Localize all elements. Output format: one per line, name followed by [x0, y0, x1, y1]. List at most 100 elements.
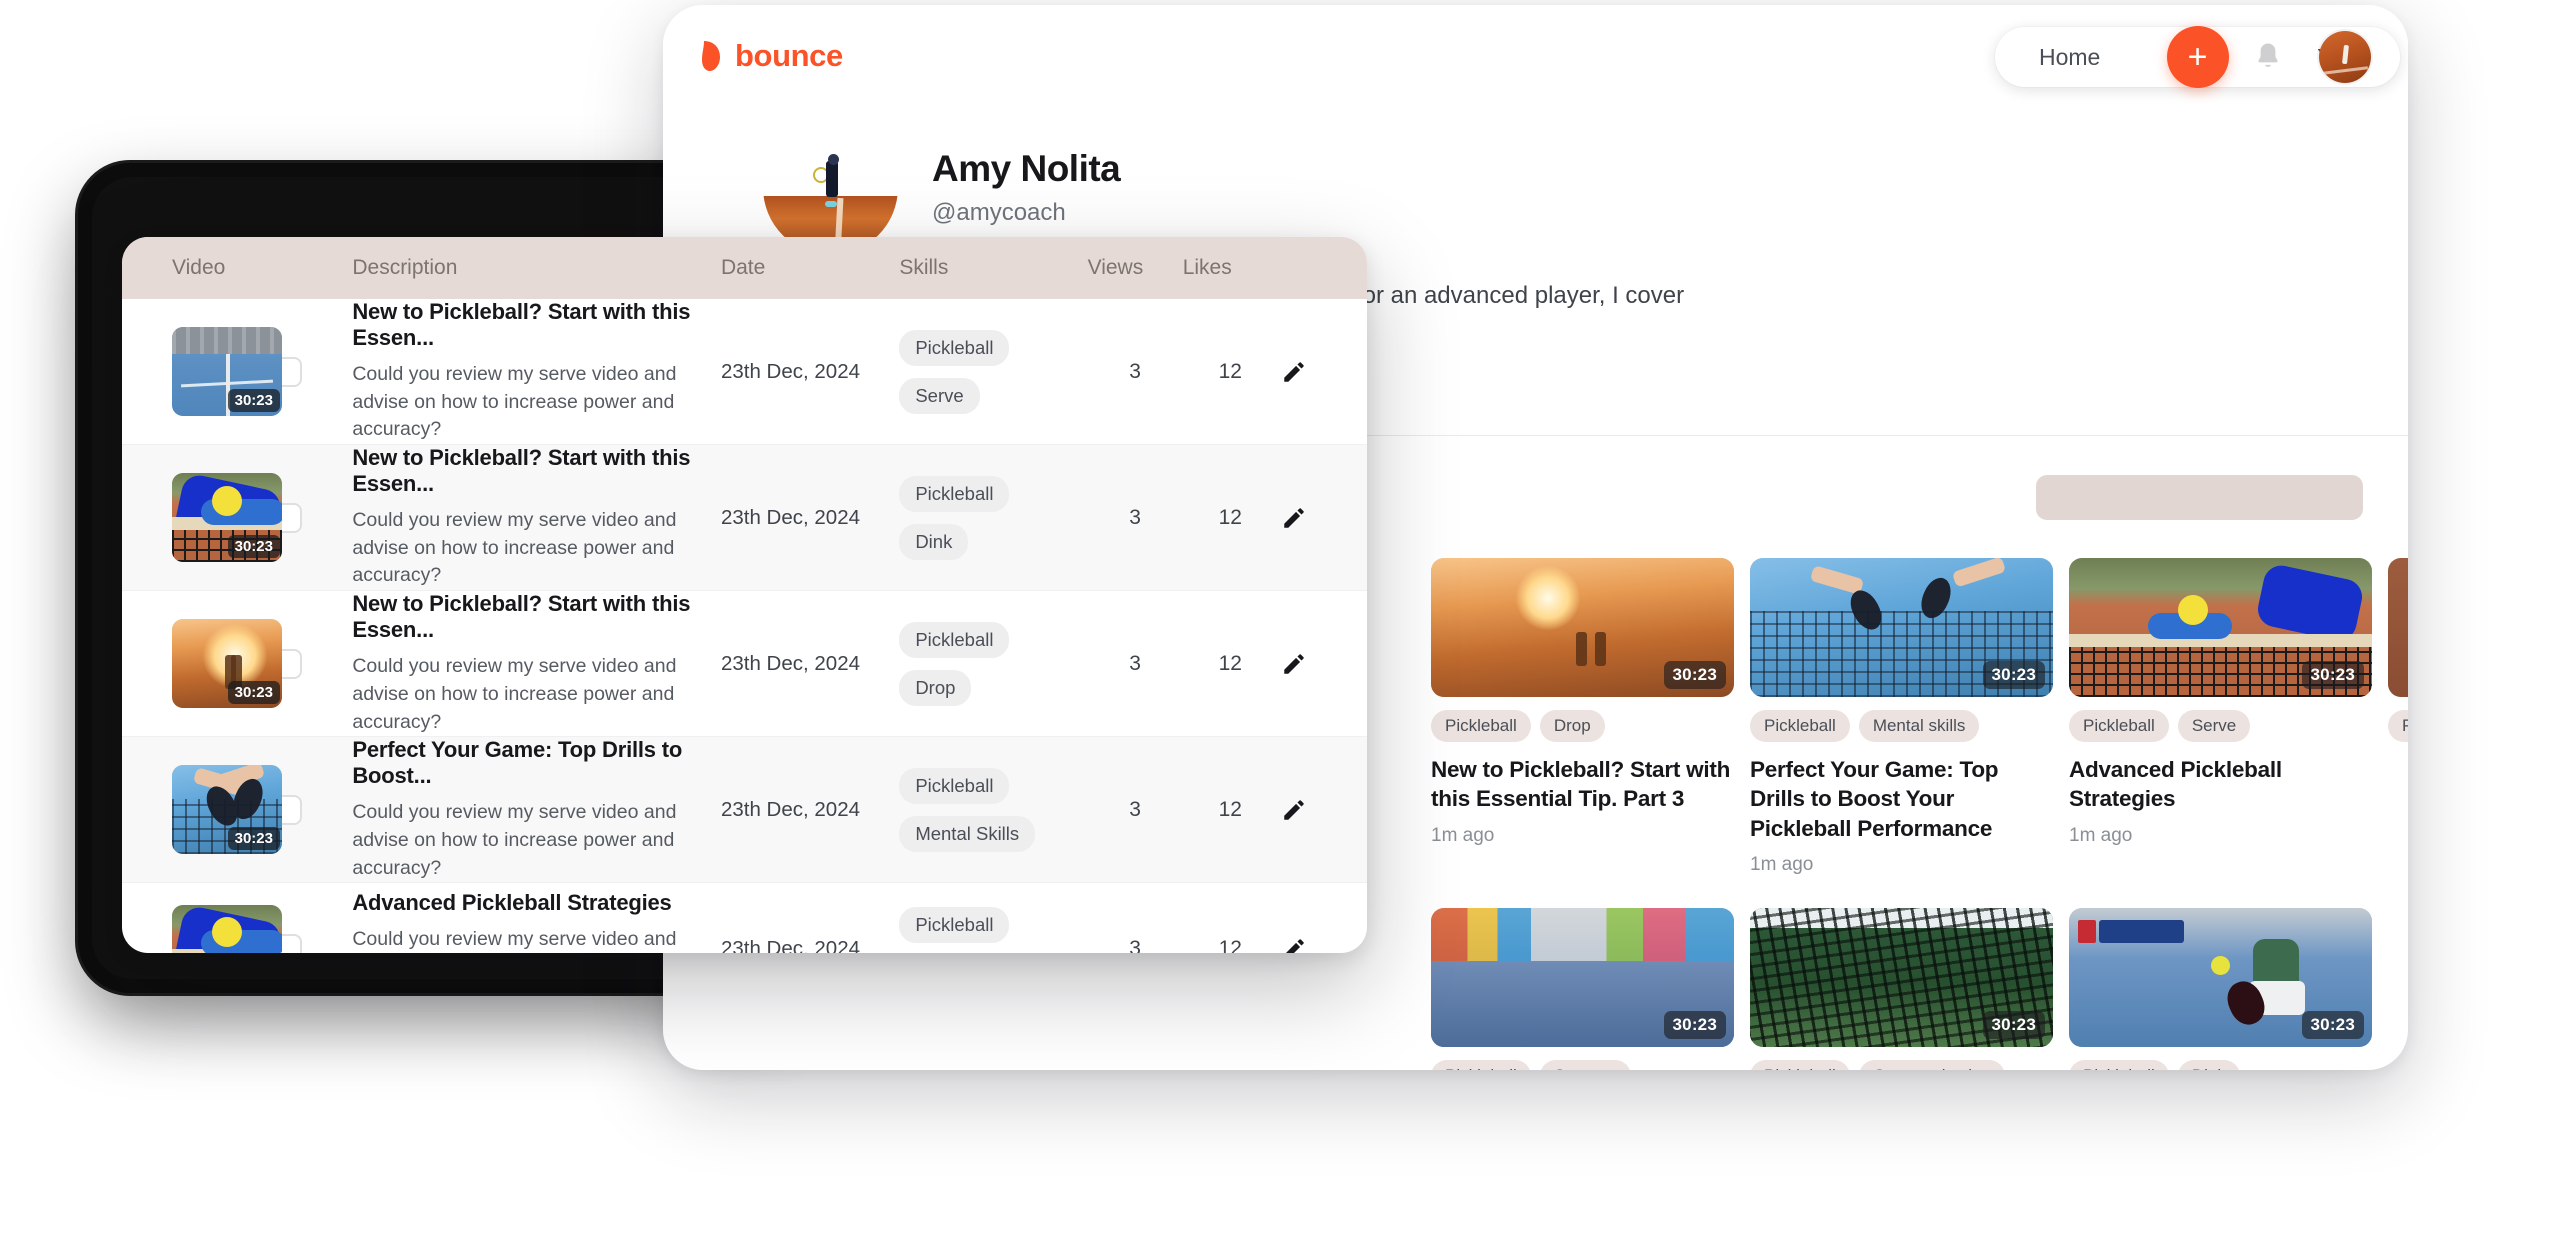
skill-chip: Pickleball [899, 767, 1010, 804]
skill-chip: Serve [899, 377, 980, 414]
row-video-thumbnail[interactable]: 30:23 [172, 765, 282, 855]
row-duration-badge: 30:23 [227, 827, 280, 851]
row-likes: 12 [1218, 505, 1242, 529]
video-tag[interactable]: Dink [2177, 1060, 2240, 1070]
video-tag[interactable]: Pickleball [2069, 710, 2169, 742]
column-header-date: Date [720, 256, 766, 279]
video-card[interactable]: 30:23 Pickleball Communication [1750, 908, 2053, 1070]
video-tag[interactable]: Mental skills [1858, 710, 1980, 742]
video-tag[interactable]: Pickleball [2388, 710, 2408, 742]
video-thumbnail[interactable]: 30:23 [2069, 558, 2372, 697]
pencil-icon[interactable] [1278, 794, 1310, 826]
video-tag[interactable]: Pickleball [1750, 710, 1850, 742]
row-video-thumbnail[interactable]: 30:23 [172, 473, 282, 563]
video-timestamp: 1m ago [1431, 824, 1495, 846]
bell-icon[interactable] [2253, 41, 2283, 73]
video-tag-list: Pickleball Serve [2069, 710, 2372, 742]
video-duration-badge: 30:23 [2301, 1011, 2364, 1040]
video-tag[interactable]: Pickleball [1431, 1060, 1531, 1070]
row-likes: 12 [1218, 797, 1242, 821]
top-bar-actions [2253, 31, 2371, 83]
video-grid: 30:23 Pickleball Drop New to Pickleball? St… [1431, 558, 2408, 1070]
video-tag[interactable]: Pickleball [2069, 1060, 2169, 1070]
skill-chip: Pickleball [899, 621, 1010, 658]
row-title: New to Pickleball? Start with this Essen… [352, 299, 691, 350]
row-title: New to Pickleball? Start with this Essen… [352, 591, 691, 643]
user-avatar[interactable] [2319, 31, 2371, 83]
video-card[interactable]: 30:23 Pickleball Serve Advanced Pickleball … [2069, 558, 2372, 876]
skill-chip: Drop [899, 669, 972, 706]
column-header-likes: Likes [1182, 256, 1232, 279]
row-skills: Pickleball Dink [899, 475, 1087, 560]
table-row[interactable]: 30:23 New to Pickleball? Start with this … [122, 445, 1367, 592]
row-title: Advanced Pickleball Strategies [352, 889, 672, 915]
video-tag[interactable]: Drop [1539, 710, 1605, 742]
row-likes: 12 [1218, 359, 1242, 383]
video-tag[interactable]: Strategy [1539, 1060, 1632, 1070]
video-thumbnail[interactable]: 30:23 [1431, 908, 1734, 1048]
video-title[interactable]: New to Pickleball? Start with this Essen… [1431, 755, 1734, 814]
video-tag[interactable]: Pickleball [1431, 710, 1531, 742]
row-likes: 12 [1218, 937, 1242, 953]
profile-header: Amy Nolita @amycoach [763, 120, 1121, 255]
video-thumbnail[interactable]: 30:23 [2069, 908, 2372, 1048]
video-duration-badge: 30:23 [1663, 661, 1726, 689]
row-skills: Pickleball Drop [899, 621, 1087, 706]
video-tag[interactable]: Pickleball [1750, 1060, 1850, 1070]
pencil-icon[interactable] [1278, 648, 1310, 680]
video-thumbnail[interactable]: 30:23 [1431, 558, 1734, 697]
video-tag-list: Pickleball Dink [2069, 1060, 2372, 1070]
pencil-icon[interactable] [1278, 502, 1310, 534]
pencil-icon[interactable] [1278, 933, 1310, 953]
row-video-thumbnail[interactable]: 30:23 [172, 904, 282, 953]
row-duration-badge: 30:23 [227, 389, 280, 413]
video-tag-list: Pickleball Communication [1750, 1060, 2053, 1070]
brand-name: bounce [735, 38, 843, 73]
video-tag-list: Pickleball Mental skills [1750, 710, 2053, 742]
top-bar: bounce Home + You [663, 5, 2408, 105]
video-thumbnail[interactable]: 30:23 [2388, 558, 2408, 697]
row-views: 3 [1129, 359, 1141, 383]
video-card[interactable]: 30:23 Pickleball Mental skills Perfect Your… [1750, 558, 2053, 876]
row-skills: PickleballServe [899, 329, 1087, 414]
row-likes: 12 [1218, 651, 1242, 675]
table-row[interactable]: 30:23 Perfect Your Game: Top Drills to Bo… [122, 737, 1367, 884]
video-card[interactable]: 30:23 Pickleball Drop New to Pickleball? St… [1431, 558, 1734, 876]
video-tag[interactable]: Serve [2177, 710, 2251, 742]
row-duration-badge: 30:23 [227, 535, 280, 559]
table-row[interactable]: 30:23 New to Pickleball? Start with this … [122, 591, 1367, 738]
row-video-thumbnail[interactable]: 30:23 [172, 327, 282, 417]
video-card[interactable]: 30:23 PickleballDrop [2388, 558, 2408, 876]
pencil-icon[interactable] [1278, 356, 1310, 388]
video-duration-badge: 30:23 [1982, 661, 2045, 689]
filter-bar[interactable] [2036, 475, 2363, 520]
row-skills: PickleballServe [899, 907, 1087, 953]
video-timestamp: 1m ago [2069, 824, 2133, 846]
row-video-thumbnail[interactable]: 30:23 [172, 619, 282, 709]
table-row[interactable]: 30:23 New to Pickleball? Start with this … [122, 299, 1367, 446]
video-card[interactable]: 30:23 Pickleball Dink [2069, 908, 2372, 1070]
row-skills: Pickleball Mental Skills [899, 767, 1087, 852]
row-date: 23th Dec, 2024 [720, 651, 860, 675]
table-row[interactable]: 30:23 Advanced Pickleball Strategies Could… [122, 883, 1367, 953]
video-tag-list: PickleballDrop [1431, 710, 1734, 742]
row-title: Perfect Your Game: Top Drills to Boost..… [352, 737, 683, 789]
video-thumbnail[interactable]: 30:23 [1750, 558, 2053, 697]
skill-chip: Dink [899, 523, 969, 560]
video-card[interactable]: 30:23 Pickleball Strategy [1431, 908, 1734, 1070]
video-thumbnail[interactable]: 30:23 [1750, 908, 2053, 1048]
video-duration-badge: 30:23 [1663, 1011, 1726, 1040]
video-title[interactable]: Advanced Pickleball Strategies [2069, 755, 2372, 814]
row-description: Could you review my serve video and advi… [352, 801, 677, 879]
brand-logo[interactable]: bounce [700, 38, 843, 74]
video-tag-list: Pickleball Strategy [1431, 1060, 1734, 1070]
create-button[interactable]: + [2166, 26, 2229, 88]
thumbnail-image [172, 904, 282, 953]
profile-avatar [763, 120, 898, 255]
video-tag[interactable]: Communication [1858, 1060, 2005, 1070]
column-header-skills: Skills [899, 256, 949, 279]
nav-home[interactable]: Home [2039, 44, 2100, 71]
flame-icon [700, 39, 722, 73]
table-body: 30:23 New to Pickleball? Start with this … [122, 299, 1367, 953]
video-title[interactable]: Perfect Your Game: Top Drills to Boost Y… [1750, 755, 2053, 843]
